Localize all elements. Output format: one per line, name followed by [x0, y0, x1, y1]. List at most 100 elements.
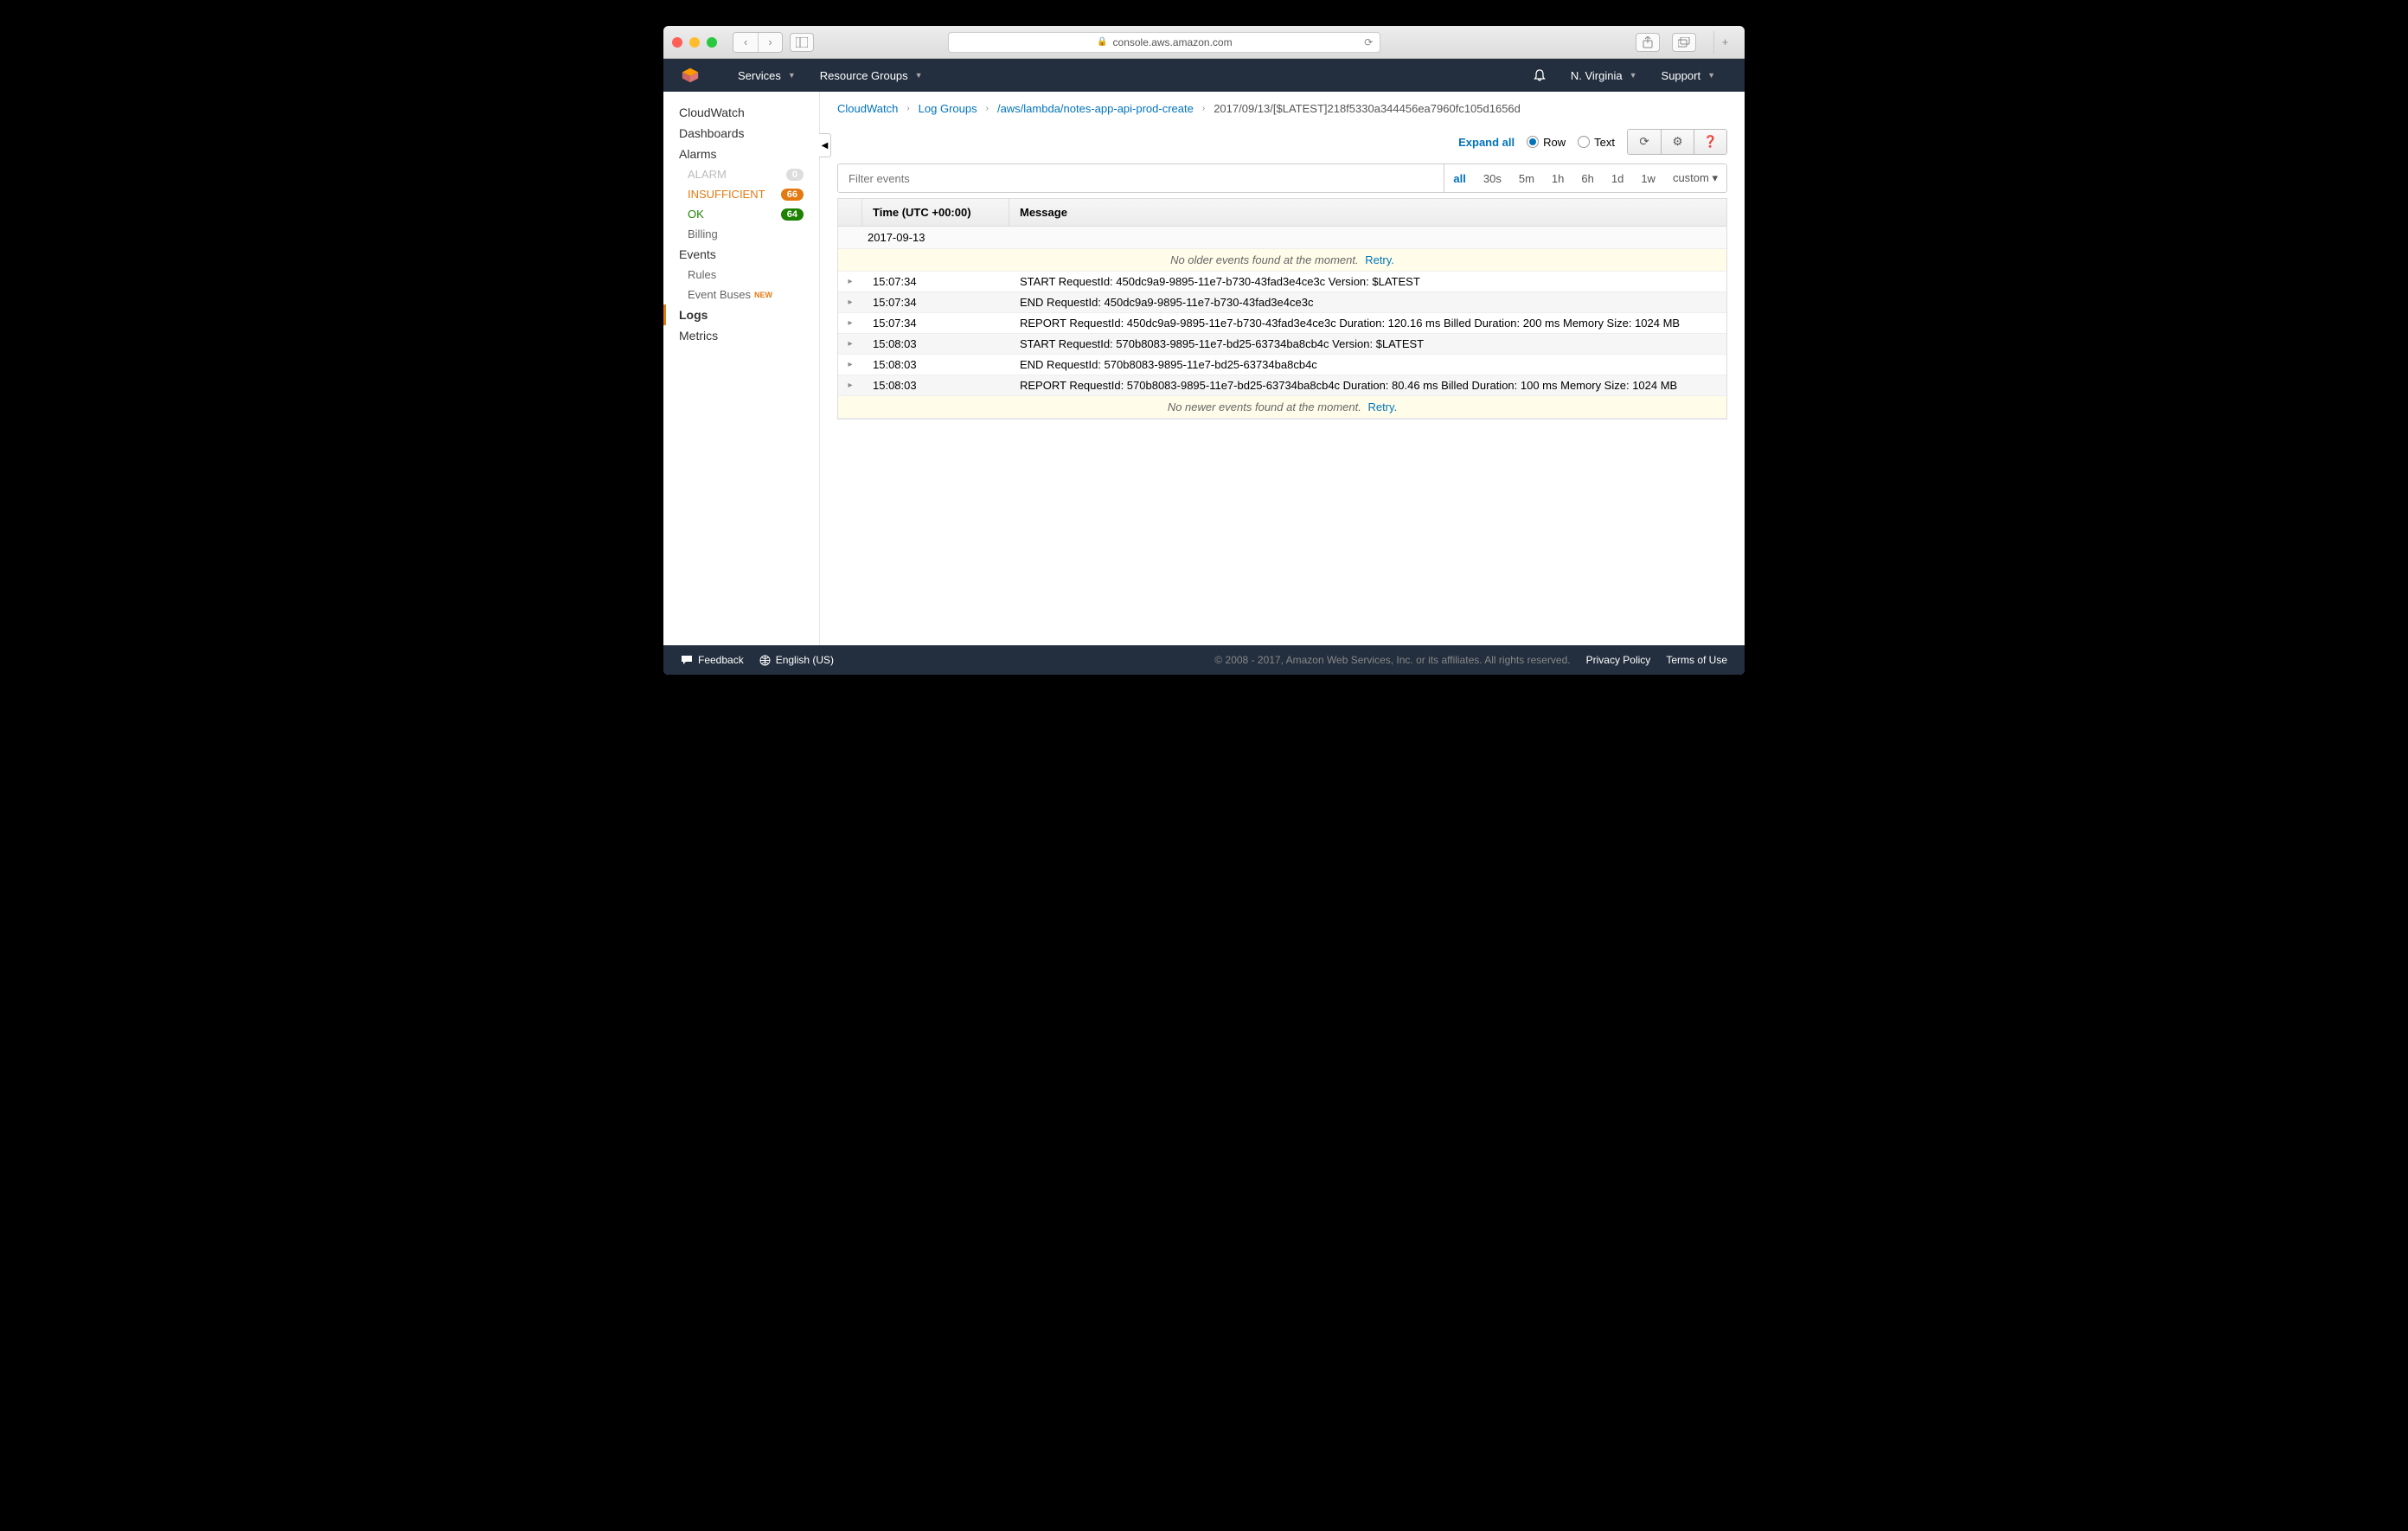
expand-column-header — [838, 199, 862, 226]
bell-icon — [1533, 68, 1547, 82]
aws-logo-icon[interactable] — [681, 66, 700, 85]
main-content: CloudWatch › Log Groups › /aws/lambda/no… — [819, 92, 1745, 645]
close-window-button[interactable] — [672, 37, 682, 48]
notifications-button[interactable] — [1521, 68, 1559, 82]
language-button[interactable]: English (US) — [759, 654, 834, 666]
time-column-header[interactable]: Time (UTC +00:00) — [862, 199, 1009, 226]
log-message: END RequestId: 570b8083-9895-11e7-bd25-6… — [1009, 355, 1726, 375]
settings-button[interactable]: ⚙ — [1661, 130, 1694, 154]
log-message: REPORT RequestId: 570b8083-9895-11e7-bd2… — [1009, 375, 1726, 395]
expand-row-caret[interactable]: ▸ — [838, 336, 862, 352]
view-row-radio[interactable]: Row — [1527, 136, 1566, 149]
refresh-icon: ⟳ — [1639, 135, 1649, 149]
speech-bubble-icon — [681, 655, 693, 665]
chevron-down-icon: ▼ — [1707, 71, 1715, 80]
sidebar-item-billing[interactable]: Billing — [663, 224, 819, 244]
sidebar-item-cloudwatch[interactable]: CloudWatch — [663, 102, 819, 123]
log-time: 15:08:03 — [862, 334, 1009, 354]
services-menu[interactable]: Services ▼ — [726, 69, 808, 82]
sidebar-alarm-label: ALARM — [688, 168, 727, 181]
time-range-all[interactable]: all — [1444, 172, 1474, 185]
log-time: 15:07:34 — [862, 313, 1009, 333]
expand-row-caret[interactable]: ▸ — [838, 294, 862, 311]
log-row[interactable]: ▸15:07:34END RequestId: 450dc9a9-9895-11… — [838, 292, 1726, 313]
time-range-1w[interactable]: 1w — [1632, 172, 1664, 185]
expand-all-button[interactable]: Expand all — [1458, 136, 1515, 149]
time-range-1h[interactable]: 1h — [1543, 172, 1572, 185]
message-column-header[interactable]: Message — [1009, 199, 1078, 226]
time-range-30s[interactable]: 30s — [1475, 172, 1510, 185]
reload-icon[interactable]: ⟳ — [1364, 36, 1373, 48]
log-row[interactable]: ▸15:08:03START RequestId: 570b8083-9895-… — [838, 334, 1726, 355]
minimize-window-button[interactable] — [689, 37, 700, 48]
privacy-policy-link[interactable]: Privacy Policy — [1586, 654, 1651, 666]
tabs-button[interactable] — [1672, 33, 1696, 52]
globe-icon — [759, 655, 771, 666]
refresh-button[interactable]: ⟳ — [1628, 130, 1661, 154]
address-bar[interactable]: 🔒 console.aws.amazon.com ⟳ — [948, 32, 1380, 53]
breadcrumb-cloudwatch[interactable]: CloudWatch — [837, 102, 898, 115]
log-row[interactable]: ▸15:07:34START RequestId: 450dc9a9-9895-… — [838, 272, 1726, 292]
sidebar-item-rules[interactable]: Rules — [663, 265, 819, 285]
new-tab-button[interactable]: + — [1713, 31, 1736, 54]
log-message: REPORT RequestId: 450dc9a9-9895-11e7-b73… — [1009, 313, 1726, 333]
no-older-events-row: No older events found at the moment. Ret… — [838, 249, 1726, 272]
support-label: Support — [1662, 69, 1701, 82]
time-range-6h[interactable]: 6h — [1572, 172, 1602, 185]
help-button[interactable]: ❓ — [1694, 130, 1726, 154]
breadcrumb-log-group[interactable]: /aws/lambda/notes-app-api-prod-create — [997, 102, 1194, 115]
sidebar-item-logs[interactable]: Logs — [663, 304, 819, 325]
retry-older-link[interactable]: Retry. — [1365, 253, 1394, 266]
expand-row-caret[interactable]: ▸ — [838, 315, 862, 331]
sidebar-item-event-buses[interactable]: Event Buses NEW — [663, 285, 819, 304]
zoom-window-button[interactable] — [707, 37, 717, 48]
filter-events-input[interactable] — [838, 164, 1444, 192]
no-older-text: No older events found at the moment. — [1170, 253, 1359, 266]
chevron-down-icon: ▼ — [1630, 71, 1637, 80]
log-row[interactable]: ▸15:08:03END RequestId: 570b8083-9895-11… — [838, 355, 1726, 375]
sidebar-item-alarm[interactable]: ALARM 0 — [663, 164, 819, 184]
resource-groups-menu[interactable]: Resource Groups ▼ — [808, 69, 935, 82]
time-range-5m[interactable]: 5m — [1510, 172, 1543, 185]
browser-toolbar: ‹ › 🔒 console.aws.amazon.com ⟳ + — [663, 26, 1745, 59]
view-text-radio[interactable]: Text — [1578, 136, 1615, 149]
retry-newer-link[interactable]: Retry. — [1367, 400, 1397, 413]
terms-of-use-link[interactable]: Terms of Use — [1666, 654, 1727, 666]
sidebar-toggle-button[interactable] — [790, 33, 814, 52]
expand-row-caret[interactable]: ▸ — [838, 356, 862, 373]
log-time: 15:07:34 — [862, 292, 1009, 312]
sidebar-item-alarms[interactable]: Alarms — [663, 144, 819, 164]
log-message: END RequestId: 450dc9a9-9895-11e7-b730-4… — [1009, 292, 1726, 312]
time-range-1d[interactable]: 1d — [1603, 172, 1632, 185]
sidebar-item-dashboards[interactable]: Dashboards — [663, 123, 819, 144]
log-row[interactable]: ▸15:08:03REPORT RequestId: 570b8083-9895… — [838, 375, 1726, 396]
sidebar-item-ok[interactable]: OK 64 — [663, 204, 819, 224]
ok-count-badge: 64 — [781, 208, 804, 221]
lock-icon: 🔒 — [1097, 37, 1107, 47]
expand-row-caret[interactable]: ▸ — [838, 273, 862, 290]
support-menu[interactable]: Support ▼ — [1649, 69, 1727, 82]
log-message: START RequestId: 570b8083-9895-11e7-bd25… — [1009, 334, 1726, 354]
nav-back-forward: ‹ › — [733, 32, 783, 53]
services-label: Services — [738, 69, 781, 82]
feedback-button[interactable]: Feedback — [681, 654, 744, 666]
chevron-down-icon: ▼ — [915, 71, 923, 80]
sidebar-item-events[interactable]: Events — [663, 244, 819, 265]
table-header: Time (UTC +00:00) Message — [838, 199, 1726, 227]
log-row[interactable]: ▸15:07:34REPORT RequestId: 450dc9a9-9895… — [838, 313, 1726, 334]
region-label: N. Virginia — [1571, 69, 1623, 82]
forward-button[interactable]: › — [758, 33, 782, 52]
expand-row-caret[interactable]: ▸ — [838, 377, 862, 394]
back-button[interactable]: ‹ — [733, 33, 758, 52]
share-button[interactable] — [1636, 33, 1660, 52]
region-menu[interactable]: N. Virginia ▼ — [1559, 69, 1649, 82]
radio-dot-icon — [1527, 136, 1539, 148]
breadcrumb-log-groups[interactable]: Log Groups — [919, 102, 977, 115]
sidebar-collapse-button[interactable]: ◀ — [819, 133, 831, 157]
sidebar-item-insufficient[interactable]: INSUFFICIENT 66 — [663, 184, 819, 204]
sidebar-item-metrics[interactable]: Metrics — [663, 325, 819, 346]
aws-top-nav: Services ▼ Resource Groups ▼ N. Virginia… — [663, 59, 1745, 92]
time-range-custom[interactable]: custom ▾ — [1664, 171, 1726, 185]
sidebar: CloudWatch Dashboards Alarms ALARM 0 INS… — [663, 92, 819, 645]
log-time: 15:07:34 — [862, 272, 1009, 291]
